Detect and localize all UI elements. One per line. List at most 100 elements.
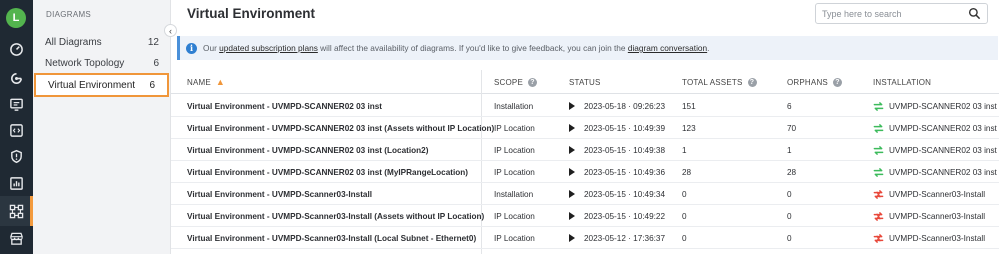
scope-cell: IP Location [494, 145, 535, 155]
total-assets-cell: 151 [682, 101, 696, 111]
orphans-cell: 0 [787, 233, 792, 243]
panel-item-virtual-environment[interactable]: Virtual Environment 6 [34, 73, 169, 97]
chart-icon[interactable] [0, 168, 33, 198]
play-icon[interactable] [569, 168, 575, 176]
play-icon[interactable] [569, 234, 575, 242]
installation-cell: UVMPD-SCANNER02 03 inst [873, 161, 997, 183]
installation-name[interactable]: UVMPD-SCANNER02 03 inst [889, 124, 997, 133]
diagram-name[interactable]: Virtual Environment - UVMPD-Scanner03-In… [187, 227, 476, 249]
play-icon[interactable] [569, 212, 575, 220]
subscription-plans-link[interactable]: updated subscription plans [219, 43, 318, 53]
banner-text: Our updated subscription plans will affe… [203, 43, 710, 53]
panel-item-count: 12 [147, 36, 159, 48]
orphans-cell: 1 [787, 145, 792, 155]
scope-cell: Installation [494, 189, 534, 199]
search-box [815, 3, 988, 24]
diagram-name[interactable]: Virtual Environment - UVMPD-SCANNER02 03… [187, 161, 468, 183]
diagram-name[interactable]: Virtual Environment - UVMPD-Scanner03-In… [187, 183, 372, 205]
table-row[interactable]: Virtual Environment - UVMPD-SCANNER02 03… [171, 139, 999, 161]
diagram-name[interactable]: Virtual Environment - UVMPD-Scanner03-In… [187, 205, 484, 227]
installation-name[interactable]: UVMPD-Scanner03-Install [889, 190, 985, 199]
help-icon[interactable]: ? [747, 77, 757, 87]
orphans-cell: 6 [787, 101, 792, 111]
status-cell: 2023-05-18 · 09:26:23 [569, 95, 665, 117]
sort-ascending-icon: ▲ [215, 77, 226, 87]
panel-item-count: 6 [149, 79, 155, 91]
sync-ok-icon [873, 123, 884, 133]
sync-error-icon [873, 189, 884, 199]
orphans-cell: 28 [787, 167, 797, 177]
scope-cell: IP Location [494, 123, 535, 133]
status-timestamp: 2023-05-12 · 17:36:37 [584, 233, 666, 243]
installation-cell: UVMPD-SCANNER02 03 inst [873, 117, 997, 139]
help-icon[interactable]: ? [528, 77, 538, 87]
panel-title: DIAGRAMS [46, 10, 92, 19]
play-icon[interactable] [569, 102, 575, 110]
column-header-scope[interactable]: SCOPE? [494, 70, 538, 94]
column-header-total-assets[interactable]: TOTAL ASSETS? [682, 70, 757, 94]
installation-name[interactable]: UVMPD-SCANNER02 03 inst [889, 168, 997, 177]
sync-error-icon [873, 211, 884, 221]
avatar[interactable]: L [6, 8, 26, 28]
diagram-icon[interactable] [0, 196, 33, 226]
panel-item-label: Network Topology [45, 57, 125, 69]
status-cell: 2023-05-15 · 10:49:36 [569, 161, 665, 183]
status-timestamp: 2023-05-15 · 10:49:39 [584, 123, 666, 133]
table-row[interactable]: Virtual Environment - UVMPD-SCANNER02 03… [171, 117, 999, 139]
installation-name[interactable]: UVMPD-Scanner03-Install [889, 234, 985, 243]
shield-icon[interactable] [0, 141, 33, 171]
dashboard-icon[interactable] [0, 33, 33, 63]
installation-name[interactable]: UVMPD-Scanner03-Install [889, 212, 985, 221]
table-row[interactable]: Virtual Environment - UVMPD-Scanner03-In… [171, 183, 999, 205]
sync-ok-icon [873, 167, 884, 177]
status-cell: 2023-05-15 · 10:49:34 [569, 183, 665, 205]
diagram-name[interactable]: Virtual Environment - UVMPD-SCANNER02 03… [187, 139, 428, 161]
status-timestamp: 2023-05-15 · 10:49:36 [584, 167, 666, 177]
play-icon[interactable] [569, 190, 575, 198]
panel-item-count: 6 [153, 57, 159, 69]
diagram-name[interactable]: Virtual Environment - UVMPD-SCANNER02 03… [187, 95, 382, 117]
table-row[interactable]: Virtual Environment - UVMPD-Scanner03-In… [171, 227, 999, 249]
installation-cell: UVMPD-Scanner03-Install [873, 205, 985, 227]
installation-name[interactable]: UVMPD-SCANNER02 03 inst [889, 102, 997, 111]
table-row[interactable]: Virtual Environment - UVMPD-Scanner03-In… [171, 205, 999, 227]
store-icon[interactable] [0, 223, 33, 253]
column-header-name[interactable]: NAME ▲ [187, 70, 225, 94]
search-icon[interactable] [968, 7, 981, 20]
orphans-cell: 0 [787, 189, 792, 199]
installation-cell: UVMPD-SCANNER02 03 inst [873, 139, 997, 161]
scope-cell: IP Location [494, 167, 535, 177]
diagrams-panel: DIAGRAMS All Diagrams 12 Network Topolog… [33, 0, 171, 254]
column-header-installation[interactable]: INSTALLATION [873, 70, 931, 94]
page-title: Virtual Environment [187, 6, 316, 21]
search-input[interactable] [822, 6, 962, 21]
total-assets-cell: 28 [682, 167, 692, 177]
column-header-orphans[interactable]: ORPHANS? [787, 70, 842, 94]
panel-item-network-topology[interactable]: Network Topology 6 [33, 52, 171, 74]
total-assets-cell: 0 [682, 211, 687, 221]
status-timestamp: 2023-05-18 · 09:26:23 [584, 101, 666, 111]
left-rail: L [0, 0, 33, 254]
diagram-conversation-link[interactable]: diagram conversation [628, 43, 707, 53]
total-assets-cell: 0 [682, 189, 687, 199]
installation-cell: UVMPD-SCANNER02 03 inst [873, 95, 997, 117]
status-timestamp: 2023-05-15 · 10:49:38 [584, 145, 666, 155]
installation-name[interactable]: UVMPD-SCANNER02 03 inst [889, 146, 997, 155]
scope-cell: IP Location [494, 233, 535, 243]
scope-cell: IP Location [494, 211, 535, 221]
panel-item-all-diagrams[interactable]: All Diagrams 12 [33, 31, 171, 53]
total-assets-cell: 123 [682, 123, 696, 133]
installation-cell: UVMPD-Scanner03-Install [873, 183, 985, 205]
table-row[interactable]: Virtual Environment - UVMPD-SCANNER02 03… [171, 95, 999, 117]
help-icon[interactable]: ? [832, 77, 842, 87]
table-row[interactable]: Virtual Environment - UVMPD-SCANNER02 03… [171, 161, 999, 183]
info-icon: i [186, 42, 197, 54]
play-icon[interactable] [569, 146, 575, 154]
diagram-name[interactable]: Virtual Environment - UVMPD-SCANNER02 03… [187, 117, 494, 139]
total-assets-cell: 0 [682, 233, 687, 243]
column-header-status[interactable]: STATUS [569, 70, 601, 94]
status-cell: 2023-05-12 · 17:36:37 [569, 227, 665, 249]
status-cell: 2023-05-15 · 10:49:38 [569, 139, 665, 161]
main-content: Virtual Environment i Our updated subscr… [171, 0, 999, 254]
play-icon[interactable] [569, 124, 575, 132]
